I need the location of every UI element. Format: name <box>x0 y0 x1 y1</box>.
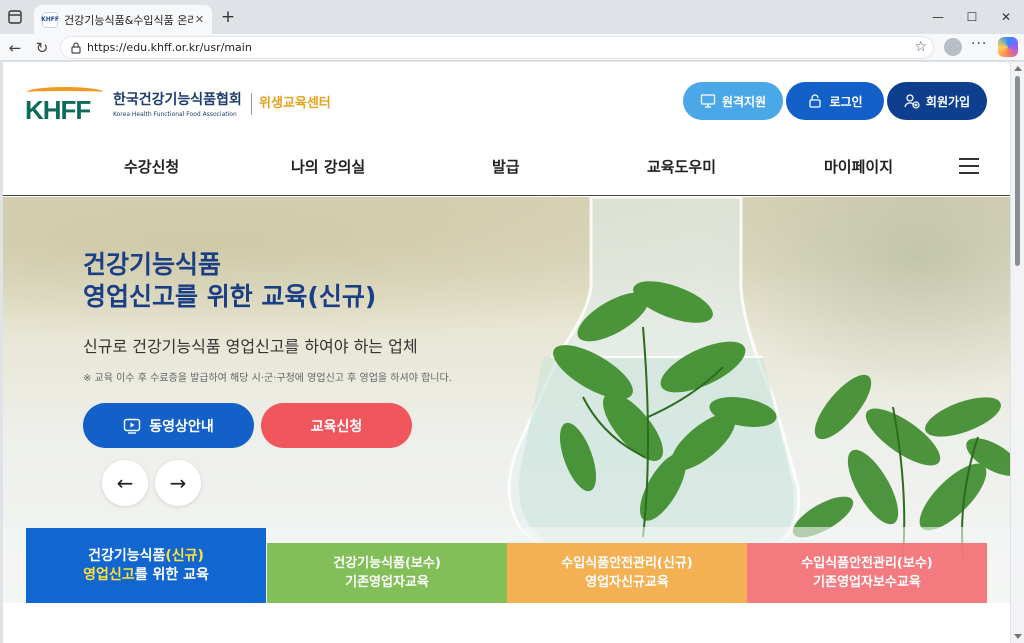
user-add-icon <box>904 94 920 109</box>
tab-actions-icon[interactable] <box>6 8 24 26</box>
remote-support-button[interactable]: 원격지원 <box>683 82 783 120</box>
tab-close-icon[interactable]: ✕ <box>193 13 206 26</box>
logo-center-name: 위생교육센터 <box>259 96 331 111</box>
url-input[interactable]: https://edu.khff.or.kr/usr/main ☆ <box>60 36 934 59</box>
nav-item-mypage[interactable]: 마이페이지 <box>824 156 893 177</box>
hero-note: ※ 교육 이수 후 수료증을 발급하여 해당 시·군·구청에 영업신고 후 영업… <box>83 373 452 384</box>
url-text: https://edu.khff.or.kr/usr/main <box>87 41 252 54</box>
course-tab-import-food-new[interactable]: 수입식품안전관리(신규) 영업자신규교육 <box>507 543 747 603</box>
course-tab-line1: 수입식품안전관리(신규) <box>561 556 693 571</box>
more-menu-icon[interactable]: ··· <box>971 36 987 52</box>
main-navigation: 수강신청 나의 강의실 발급 교육도우미 마이페이지 <box>3 144 1010 196</box>
hero-title: 건강기능식품 영업신고를 위한 교육(신규) <box>83 249 376 313</box>
maximize-icon[interactable]: ☐ <box>961 6 983 28</box>
logo-divider <box>251 93 252 115</box>
video-guide-label: 동영상안내 <box>149 418 214 435</box>
course-tab-line1: 수입식품안전관리(보수) <box>801 556 933 571</box>
scroll-up-icon[interactable] <box>1014 66 1022 71</box>
nav-item-help[interactable]: 교육도우미 <box>647 156 716 177</box>
login-button[interactable]: 로그인 <box>786 82 884 120</box>
hero-title-line1: 건강기능식품 <box>83 250 222 279</box>
site-info-icon[interactable] <box>69 41 83 55</box>
nav-item-course-registration[interactable]: 수강신청 <box>124 156 179 177</box>
reload-icon[interactable]: ↻ <box>31 37 53 59</box>
video-play-icon <box>124 418 141 434</box>
course-tab-line2: 영업신고를 위한 교육 <box>83 566 209 583</box>
video-guide-button[interactable]: 동영상안내 <box>83 403 254 448</box>
logo-khff-text: KHFF <box>25 95 91 125</box>
browser-tab-bar: KHFF 건강기능식품&수입식품 온라인 교육 ✕ + — ☐ ✕ <box>0 0 1024 34</box>
course-tab-import-food-refresher[interactable]: 수입식품안전관리(보수) 기존영업자보수교육 <box>747 543 987 603</box>
slide-prev-arrow-icon[interactable]: ← <box>102 460 148 506</box>
site-logo[interactable]: KHFF 한국건강기능식품협회 Korea Health Functional … <box>25 85 345 125</box>
apply-course-button[interactable]: 교육신청 <box>261 403 412 448</box>
course-tab-line2: 영업자신규교육 <box>585 575 669 590</box>
join-button[interactable]: 회원가입 <box>887 82 987 120</box>
address-bar: ← ↻ https://edu.khff.or.kr/usr/main ☆ ··… <box>0 34 1024 61</box>
window-close-icon[interactable]: ✕ <box>995 6 1017 28</box>
course-tab-health-food-refresher[interactable]: 건강기능식품(보수) 기존영업자교육 <box>267 543 507 603</box>
nav-item-issuance[interactable]: 발급 <box>492 156 520 177</box>
logo-korean-name: 한국건강기능식품협회 <box>113 92 242 108</box>
back-icon[interactable]: ← <box>4 37 26 59</box>
page-content-area <box>3 603 1010 643</box>
remote-support-label: 원격지원 <box>721 94 767 109</box>
course-tab-line2: 기존영업자교육 <box>345 575 429 590</box>
nav-item-my-classroom[interactable]: 나의 강의실 <box>291 156 365 177</box>
logo-english-name: Korea Health Functional Food Association <box>113 111 237 118</box>
scroll-down-icon[interactable] <box>1014 634 1022 639</box>
site-favicon-icon: KHFF <box>41 11 59 28</box>
copilot-icon[interactable] <box>998 37 1018 57</box>
course-tab-line1: 건강기능식품(신규) <box>88 547 204 564</box>
lock-icon <box>809 94 822 108</box>
course-tab-line2: 기존영업자보수교육 <box>813 575 921 590</box>
favorite-star-icon[interactable]: ☆ <box>914 39 927 55</box>
join-label: 회원가입 <box>925 94 971 109</box>
hero-title-line2: 영업신고를 위한 교육(신규) <box>83 282 377 311</box>
scroll-thumb[interactable] <box>1015 76 1020 266</box>
web-page: KHFF 한국건강기능식품협회 Korea Health Functional … <box>3 62 1010 643</box>
slide-next-arrow-icon[interactable]: → <box>155 460 201 506</box>
minimize-icon[interactable]: — <box>927 6 949 28</box>
course-tab-line1: 건강기능식품(보수) <box>333 556 441 571</box>
hero-subtitle: 신규로 건강기능식품 영업신고를 하여야 하는 업체 <box>83 337 418 356</box>
page-scrollbar[interactable] <box>1011 62 1024 643</box>
profile-avatar[interactable] <box>944 38 962 56</box>
hamburger-menu-icon[interactable] <box>959 158 979 174</box>
monitor-icon <box>700 94 716 108</box>
tab-title: 건강기능식품&수입식품 온라인 교육 <box>64 13 193 27</box>
new-tab-button[interactable]: + <box>218 7 238 27</box>
login-label: 로그인 <box>829 94 863 109</box>
khff-logo-mark: KHFF <box>25 87 105 125</box>
browser-tab[interactable]: KHFF 건강기능식품&수입식품 온라인 교육 ✕ <box>34 5 212 34</box>
course-tab-health-food-new[interactable]: 건강기능식품(신규) 영업신고를 위한 교육 <box>26 528 266 603</box>
